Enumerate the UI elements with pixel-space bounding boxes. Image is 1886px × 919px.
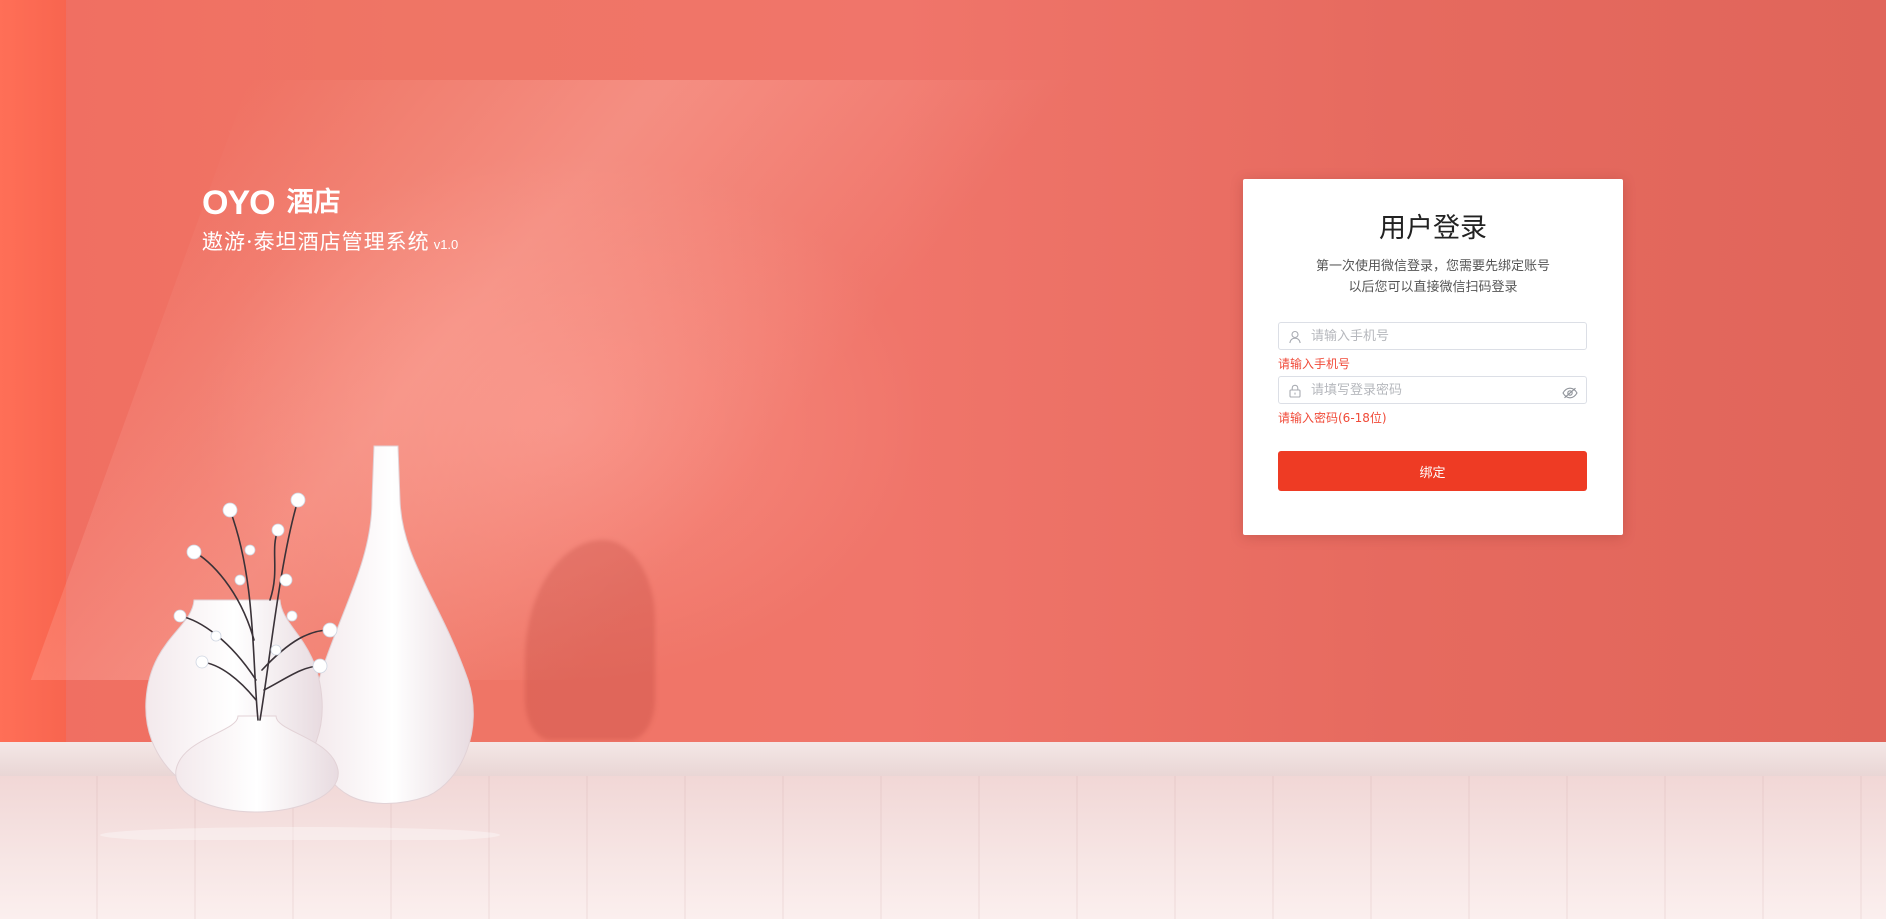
login-title: 用户登录 [1379, 213, 1487, 244]
login-card: 用户登录 第一次使用微信登录，您需要先绑定账号 以后您可以直接微信扫码登录 请输… [1243, 179, 1623, 535]
brand-logo-cn: 酒店 [286, 187, 341, 218]
vases-illustration [100, 445, 500, 840]
phone-error: 请输入手机号 [1278, 357, 1351, 371]
bind-button[interactable]: 绑定 [1278, 451, 1587, 491]
brand-header: OYO 酒店 遨游·泰坦酒店管理系统 v1.0 [202, 186, 458, 256]
system-name-text: 遨游·泰坦酒店管理系统 [202, 230, 430, 254]
login-description-line2: 以后您可以直接微信扫码登录 [1348, 280, 1518, 295]
login-description-line1: 第一次使用微信登录，您需要先绑定账号 [1315, 259, 1550, 274]
eye-slash-icon[interactable] [1562, 384, 1578, 399]
phone-field[interactable] [1278, 322, 1587, 350]
system-name: 遨游·泰坦酒店管理系统 v1.0 [202, 226, 458, 256]
lock-icon [1288, 383, 1302, 398]
brand-logo: OYO 酒店 [202, 186, 458, 220]
password-error: 请输入密码(6-18位) [1278, 411, 1387, 425]
oyo-logo: OYO [202, 184, 276, 222]
system-version: v1.0 [433, 237, 459, 252]
password-field[interactable] [1278, 376, 1587, 404]
login-description: 第一次使用微信登录，您需要先绑定账号 以后您可以直接微信扫码登录 [1243, 256, 1623, 298]
password-input[interactable] [1311, 377, 1551, 403]
phone-input[interactable] [1311, 323, 1551, 349]
user-icon [1288, 329, 1302, 344]
